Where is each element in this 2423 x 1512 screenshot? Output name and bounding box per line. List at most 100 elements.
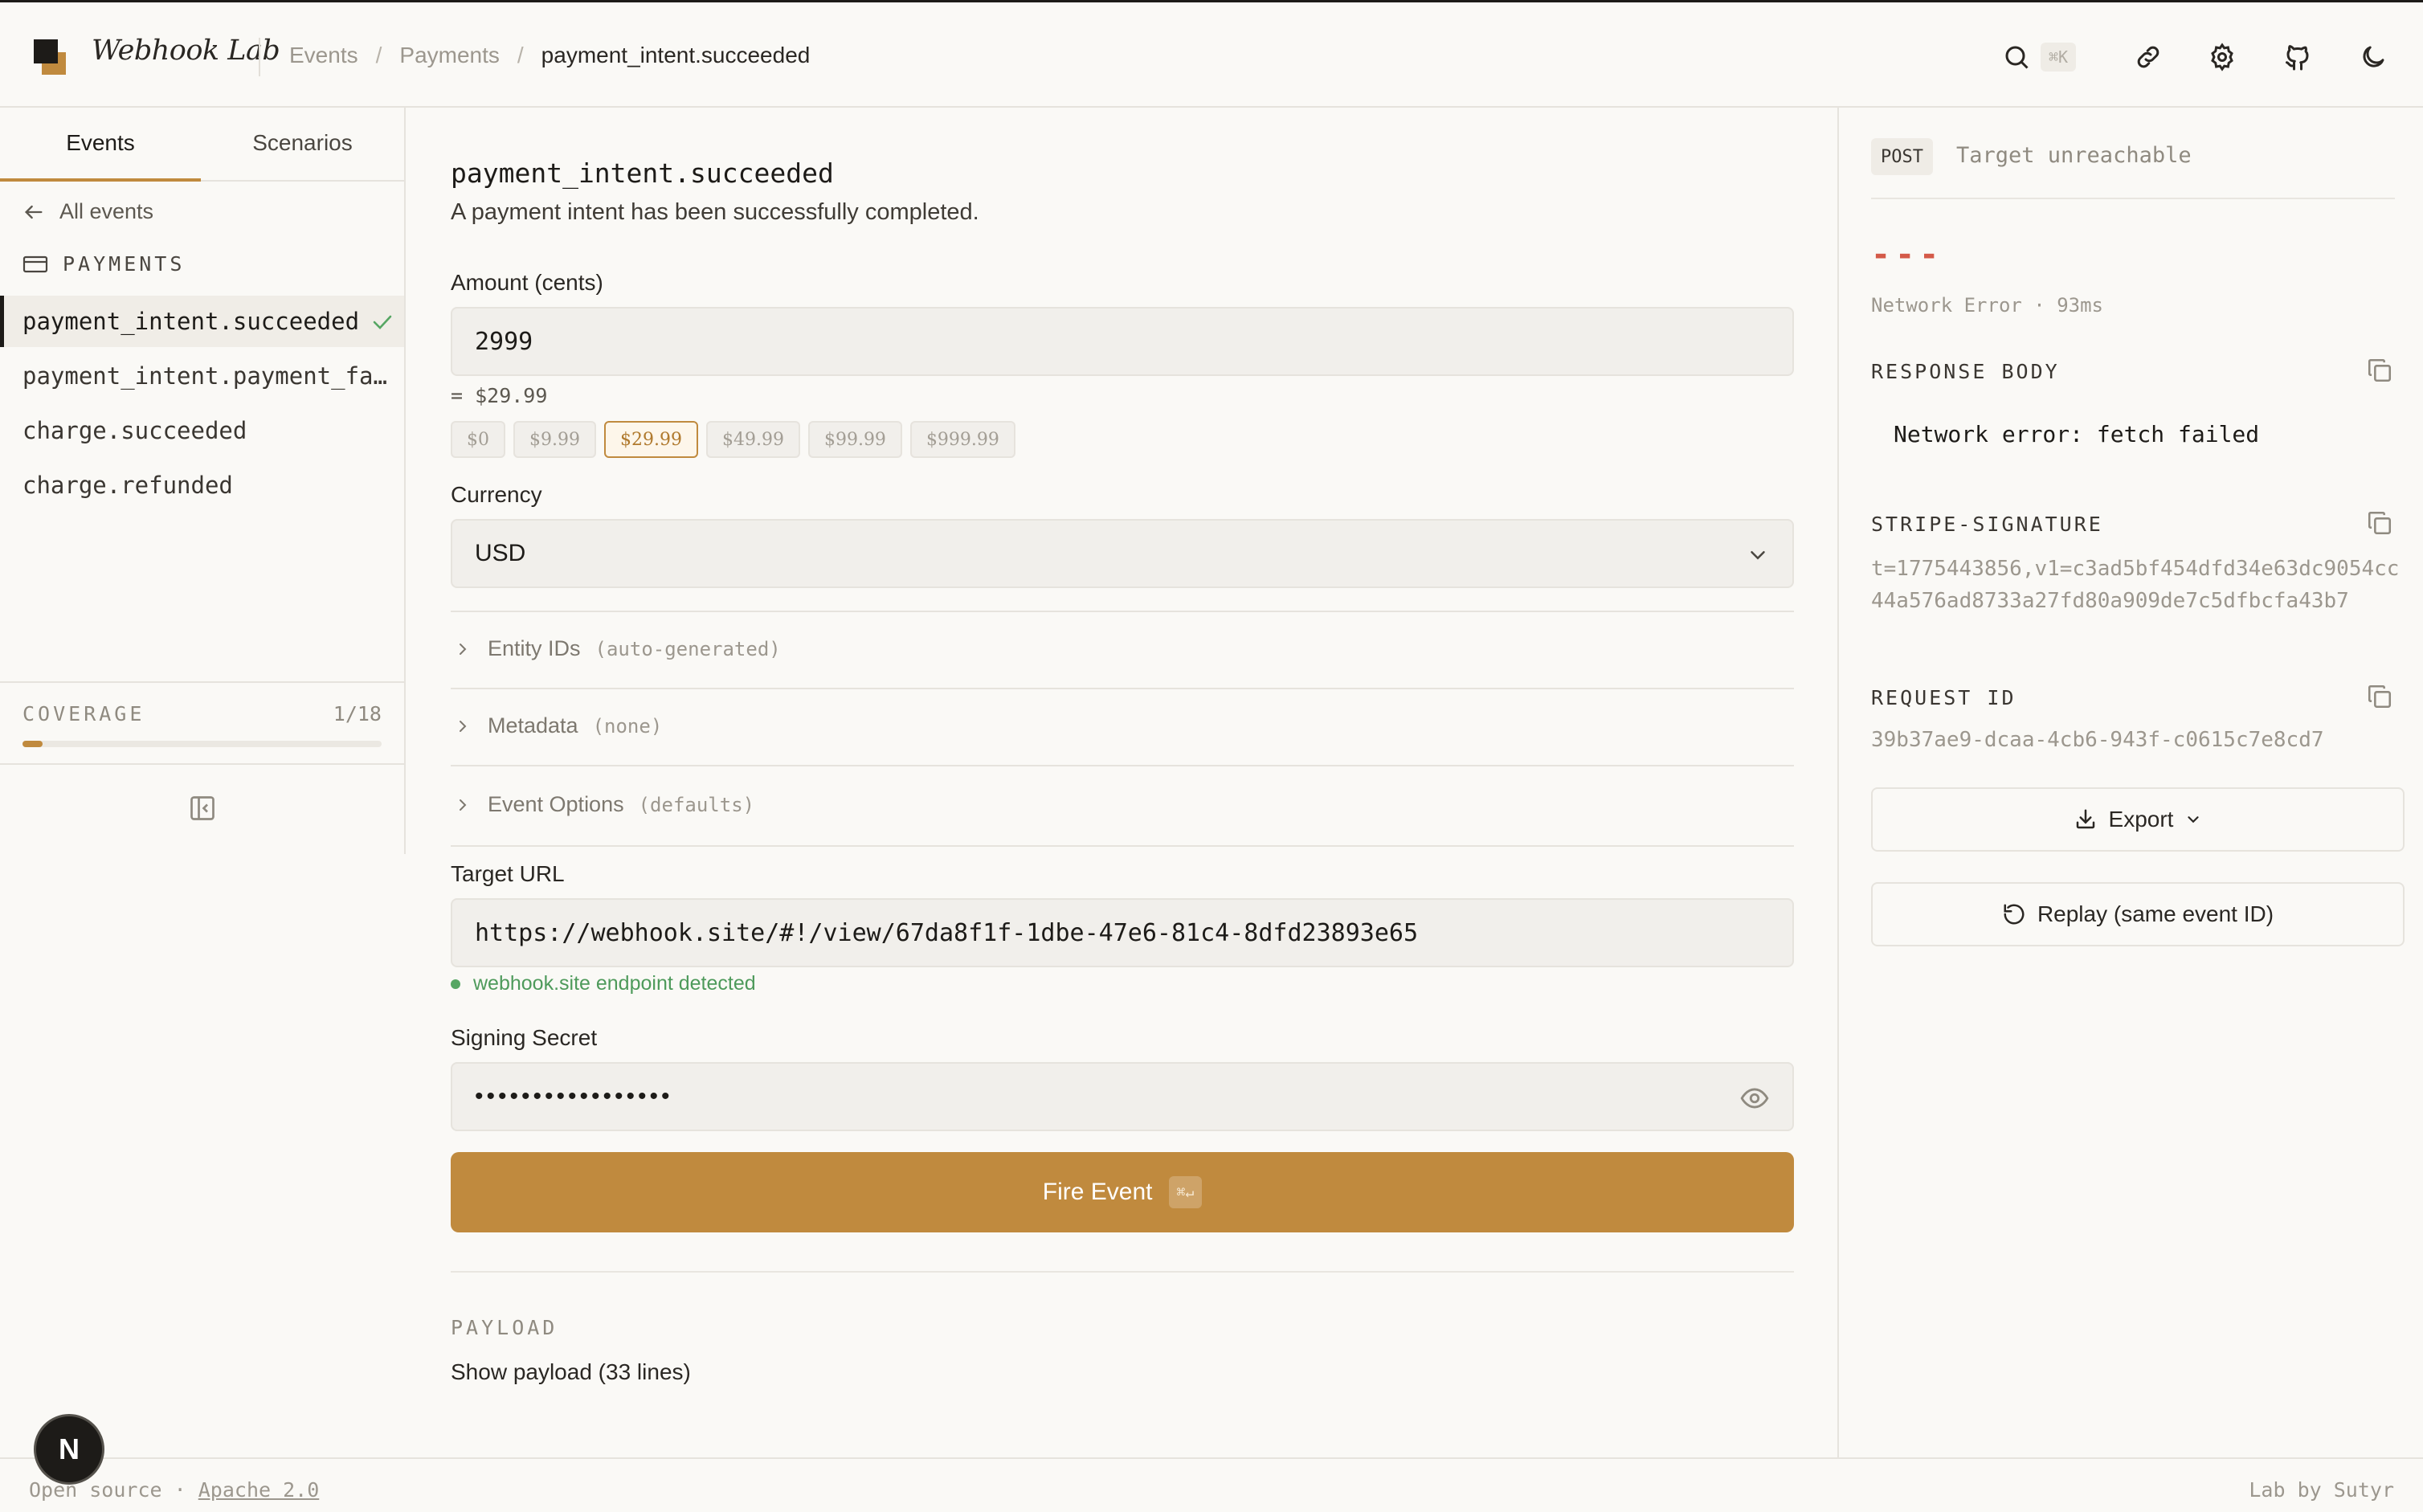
response-divider [1871,198,2395,199]
target-url-input[interactable]: https://webhook.site/#!/view/67da8f1f-1d… [451,898,1794,967]
amount-label: Amount (cents) [451,270,603,295]
response-body: Network error: fetch failed [1894,421,2260,447]
copy-icon[interactable] [2366,357,2393,384]
amount-presets: $0 $9.99 $29.99 $49.99 $99.99 $999.99 [451,421,1024,458]
dev-tools-badge[interactable]: N [34,1414,104,1485]
entity-ids-label: Entity IDs [488,636,581,660]
card-icon [22,255,48,272]
group-label-text: PAYMENTS [63,252,186,276]
breadcrumb-events[interactable]: Events [289,43,358,68]
event-description: A payment intent has been successfully c… [451,199,979,225]
status-code: --- [1871,236,1944,273]
coverage-label: COVERAGE [22,702,145,725]
stripe-signature-label: STRIPE-SIGNATURE [1871,513,2103,536]
currency-select[interactable]: USD [451,519,1794,588]
preset-49-99[interactable]: $49.99 [705,421,800,458]
metadata-section[interactable]: Metadata (none) [451,713,662,738]
tab-scenarios[interactable]: Scenarios [201,130,404,156]
event-item-payment-intent-payment-failed[interactable]: payment_intent.payment_fa… [0,350,404,402]
signing-secret-label: Signing Secret [451,1025,598,1050]
search-icon[interactable] [1997,38,2036,76]
event-options-hint: (defaults) [638,793,755,816]
response-meta: Network Error · 93ms [1871,294,2103,317]
currency-value: USD [475,540,526,566]
response-status: Target unreachable [1956,143,2192,168]
app-title[interactable]: Webhook Lab [92,35,280,67]
chevron-right-icon [460,643,467,655]
sidebar-tabs: Events Scenarios [0,108,404,182]
preset-999-99[interactable]: $999.99 [909,421,1015,458]
collapse-sidebar-icon[interactable] [188,794,217,823]
check-icon [373,315,392,329]
signing-secret-input[interactable]: ••••••••••••••••• [451,1062,1794,1131]
breadcrumb: Events / Payments / payment_intent.succe… [289,43,810,68]
all-events-link[interactable]: All events [22,199,153,224]
preset-9-99[interactable]: $9.99 [513,421,596,458]
gear-icon[interactable] [2203,38,2241,76]
event-item-label: charge.succeeded [22,417,247,444]
preset-99-99[interactable]: $99.99 [807,421,902,458]
tab-events[interactable]: Events [0,130,201,156]
entity-ids-hint: (auto-generated) [595,637,781,660]
chevron-right-icon [460,720,467,732]
show-payload-toggle[interactable]: Show payload (33 lines) [451,1359,691,1385]
eye-icon[interactable] [1739,1083,1770,1114]
moon-icon[interactable] [2354,38,2392,76]
event-item-charge-succeeded[interactable]: charge.succeeded [0,405,404,456]
chevron-down-icon [2188,816,2200,823]
entity-ids-section[interactable]: Entity IDs (auto-generated) [451,636,781,661]
breadcrumb-payments[interactable]: Payments [399,43,500,68]
replay-label: Replay (same event ID) [2037,901,2274,926]
response-body-label: RESPONSE BODY [1871,360,2060,383]
event-item-label: payment_intent.payment_fa… [22,362,387,390]
metadata-hint: (none) [592,714,663,738]
preset-29-99[interactable]: $29.99 [603,421,698,458]
request-id-label: REQUEST ID [1871,686,2016,709]
request-id-value: 39b37ae9-dcaa-4cb6-943f-c0615c7e8cd7 [1871,728,2324,752]
event-item-charge-refunded[interactable]: charge.refunded [0,460,404,511]
breadcrumb-current: payment_intent.succeeded [541,43,811,67]
fire-event-label: Fire Event [1042,1179,1153,1205]
group-label-payments: PAYMENTS [22,252,185,276]
replay-button[interactable]: Replay (same event ID) [1871,882,2405,946]
top-bar: Webhook Lab Events / Payments / payment_… [0,0,2423,108]
metadata-label: Metadata [488,713,578,738]
header-divider [259,38,260,76]
chevron-right-icon [460,799,467,811]
amount-value: 2999 [475,327,533,356]
preset-0[interactable]: $0 [451,421,505,458]
section-divider [451,845,1794,847]
event-item-label: payment_intent.succeeded [22,308,360,335]
footer: Open source · Apache 2.0 Lab by Sutyr [0,1457,2423,1512]
amount-input[interactable]: 2999 [451,307,1794,376]
sidebar-footer-divider [0,763,404,765]
all-events-label: All events [59,199,154,223]
license-link[interactable]: Apache 2.0 [198,1478,320,1502]
replay-icon [2004,904,2025,925]
status-dot-icon [451,979,460,989]
link-icon[interactable] [2129,38,2168,76]
search-shortcut: ⌘K [2041,43,2077,72]
endpoint-detected-status: webhook.site endpoint detected [451,972,756,995]
footer-credit: Lab by Sutyr [2249,1478,2394,1502]
github-icon[interactable] [2278,38,2317,76]
response-panel: POST Target unreachable --- Network Erro… [1837,108,2423,1459]
fire-event-button[interactable]: Fire Event ⌘↵ [451,1152,1794,1232]
export-button[interactable]: Export [1871,787,2405,852]
section-divider [451,765,1794,766]
copy-icon[interactable] [2366,509,2393,537]
coverage-count: 1/18 [333,702,382,725]
event-item-payment-intent-succeeded[interactable]: payment_intent.succeeded [0,296,404,347]
coverage-progress [22,741,382,747]
amount-converted: = $29.99 [451,384,548,407]
event-item-label: charge.refunded [22,472,233,499]
event-options-section[interactable]: Event Options (defaults) [451,792,754,817]
download-icon [2076,809,2094,829]
method-badge: POST [1871,138,1933,175]
breadcrumb-separator: / [517,43,524,67]
arrow-left-icon [25,205,43,219]
copy-icon[interactable] [2366,683,2393,710]
currency-label: Currency [451,482,542,507]
section-divider [451,611,1794,612]
event-options-label: Event Options [488,792,624,816]
